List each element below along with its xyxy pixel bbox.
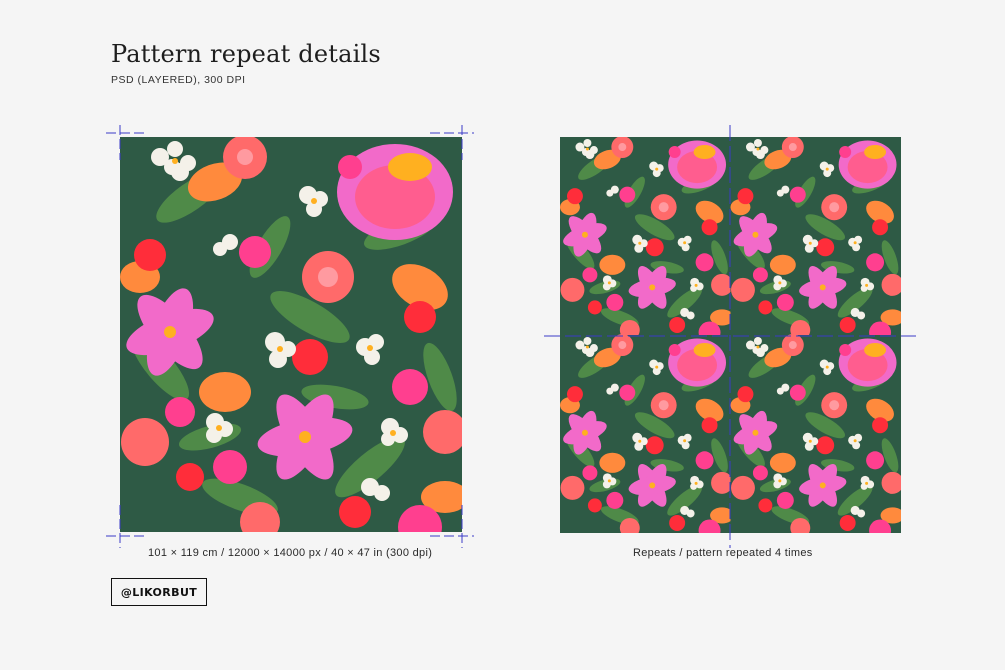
floral-pattern-repeat-grid xyxy=(560,137,901,533)
repeat-caption: Repeats / pattern repeated 4 times xyxy=(633,547,813,559)
dimensions-caption: 101 × 119 cm / 12000 × 14000 px / 40 × 4… xyxy=(148,547,433,559)
repeated-pattern-preview xyxy=(560,137,901,533)
page-subtitle: PSD (LAYERED), 300 DPI xyxy=(111,74,246,86)
author-badge: @LIKORBUT xyxy=(111,578,207,606)
floral-pattern-tile xyxy=(120,137,462,532)
single-pattern-preview xyxy=(120,137,462,532)
page-title: Pattern repeat details xyxy=(111,40,381,68)
